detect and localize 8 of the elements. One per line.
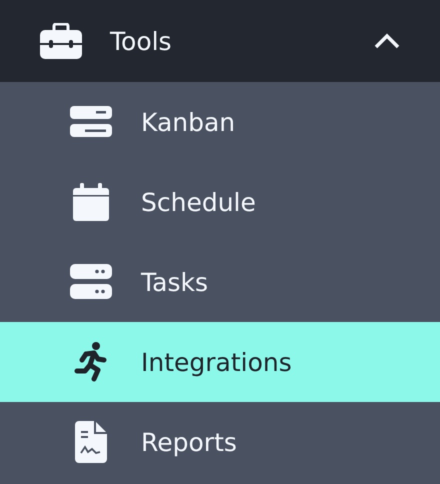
document-chart-icon	[75, 421, 107, 463]
running-person-icon	[74, 342, 108, 382]
calendar-icon	[73, 183, 109, 221]
menu-header[interactable]: Tools	[0, 0, 440, 82]
server-icon	[70, 264, 112, 300]
menu-item[interactable]: Integrations	[0, 322, 440, 402]
toolbox-icon	[40, 23, 82, 59]
cards-icon	[70, 106, 112, 138]
